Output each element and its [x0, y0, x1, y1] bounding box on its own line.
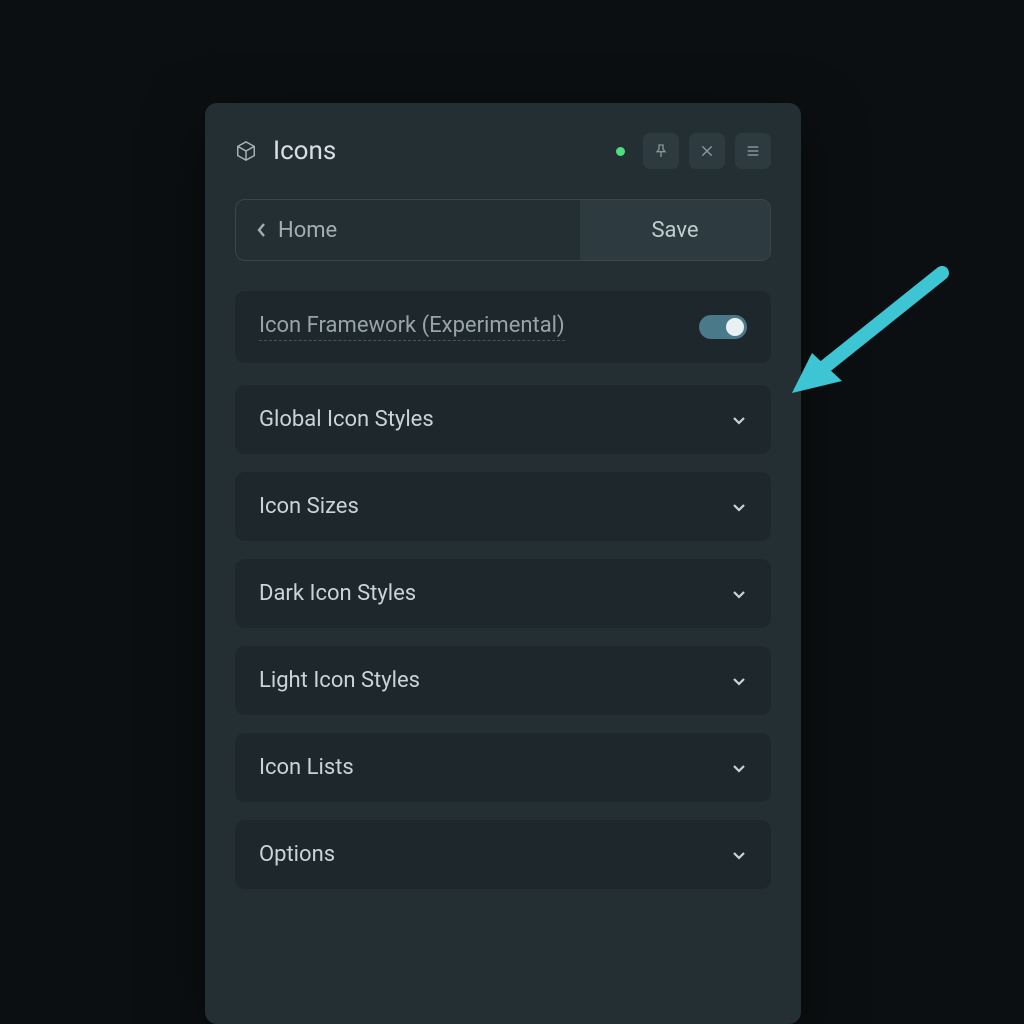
status-dot-icon — [616, 147, 625, 156]
toggle-knob — [726, 318, 744, 336]
section-label: Light Icon Styles — [259, 668, 420, 693]
icon-framework-toggle[interactable] — [699, 315, 747, 339]
panel-header: Icons — [235, 133, 771, 169]
toggle-label: Icon Framework (Experimental) — [259, 313, 565, 341]
annotation-arrow — [792, 263, 972, 447]
section-label: Icon Sizes — [259, 494, 359, 519]
chevron-down-icon — [731, 847, 747, 863]
chevron-down-icon — [731, 412, 747, 428]
save-button[interactable]: Save — [580, 200, 770, 260]
header-actions — [616, 133, 771, 169]
home-button[interactable]: Home — [236, 200, 580, 260]
save-label: Save — [651, 218, 698, 243]
menu-icon — [745, 143, 761, 159]
menu-button[interactable] — [735, 133, 771, 169]
header-left: Icons — [235, 136, 336, 166]
section-light-icon-styles[interactable]: Light Icon Styles — [235, 646, 771, 715]
section-icon-sizes[interactable]: Icon Sizes — [235, 472, 771, 541]
close-icon — [699, 143, 715, 159]
home-label: Home — [278, 218, 337, 243]
arrow-icon — [792, 263, 972, 443]
pin-icon — [653, 143, 669, 159]
chevron-left-icon — [256, 221, 268, 239]
cube-icon — [235, 140, 257, 162]
section-dark-icon-styles[interactable]: Dark Icon Styles — [235, 559, 771, 628]
settings-panel: Icons — [205, 103, 801, 1024]
section-global-icon-styles[interactable]: Global Icon Styles — [235, 385, 771, 454]
section-options[interactable]: Options — [235, 820, 771, 889]
icon-framework-toggle-row: Icon Framework (Experimental) — [235, 291, 771, 363]
nav-row: Home Save — [235, 199, 771, 261]
pin-button[interactable] — [643, 133, 679, 169]
section-label: Global Icon Styles — [259, 407, 434, 432]
section-label: Options — [259, 842, 335, 867]
panel-title: Icons — [273, 136, 336, 166]
section-icon-lists[interactable]: Icon Lists — [235, 733, 771, 802]
chevron-down-icon — [731, 760, 747, 776]
chevron-down-icon — [731, 586, 747, 602]
close-button[interactable] — [689, 133, 725, 169]
chevron-down-icon — [731, 673, 747, 689]
chevron-down-icon — [731, 499, 747, 515]
section-label: Dark Icon Styles — [259, 581, 416, 606]
section-label: Icon Lists — [259, 755, 354, 780]
